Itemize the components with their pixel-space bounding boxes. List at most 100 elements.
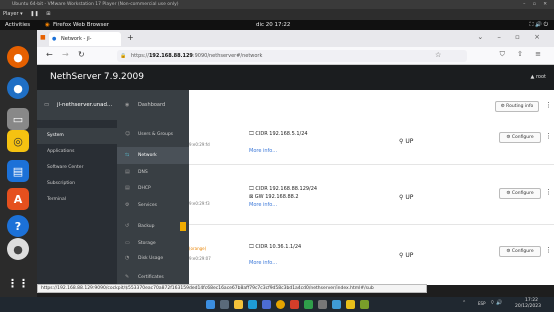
- menu-label: DNS: [138, 170, 148, 175]
- disc-icon[interactable]: ●: [7, 238, 29, 260]
- tab-favicon-icon: ●: [52, 36, 57, 42]
- activities-button[interactable]: Activities: [5, 20, 30, 30]
- tab-network[interactable]: ● Network - jl-nethserver.t ×: [49, 32, 121, 56]
- app-icon[interactable]: [290, 300, 299, 309]
- search-icon[interactable]: [220, 300, 229, 309]
- forward-icon[interactable]: →: [62, 50, 69, 59]
- menu-label: Services: [138, 203, 157, 208]
- show-apps-icon[interactable]: ⋮⋮: [7, 272, 29, 294]
- monitor-icon: 🖵: [249, 244, 254, 250]
- kebab-menu-icon[interactable]: ⋮: [545, 188, 552, 196]
- thunderbird-icon[interactable]: ●: [7, 77, 29, 99]
- menu-dns[interactable]: ▤ DNS: [117, 164, 189, 181]
- menu-services[interactable]: ⚙ Services: [117, 197, 189, 214]
- start-icon[interactable]: [206, 300, 215, 309]
- backup-warning-icon: [180, 222, 186, 231]
- menu-backup[interactable]: ↺ Backup: [117, 218, 189, 235]
- menu-dhcp[interactable]: ▤ DHCP: [117, 180, 189, 197]
- nav-software-center[interactable]: Software Center: [37, 160, 117, 176]
- nav-system[interactable]: System: [37, 128, 117, 144]
- back-icon[interactable]: ←: [46, 50, 53, 59]
- help-icon[interactable]: ?: [7, 215, 29, 237]
- explorer-icon[interactable]: [234, 300, 243, 309]
- store-icon[interactable]: [262, 300, 271, 309]
- user-menu[interactable]: ▲ root: [531, 65, 546, 90]
- language-indicator[interactable]: ESP: [478, 301, 485, 306]
- window-controls[interactable]: – ▫ ✕: [523, 0, 550, 9]
- configure-button[interactable]: ⚙ Configure: [499, 132, 541, 143]
- network-plug-icon: ⚲: [399, 138, 404, 145]
- firefox-icon[interactable]: ●: [7, 46, 29, 68]
- rhythmbox-icon[interactable]: ◎: [7, 130, 29, 152]
- player-menu[interactable]: Player ▾: [3, 11, 23, 17]
- routing-info-button[interactable]: ⚙ Routing info: [495, 101, 539, 112]
- more-info-link[interactable]: More info...: [249, 148, 277, 154]
- clock[interactable]: dic 20 17:22: [256, 20, 290, 30]
- menu-disk-usage[interactable]: ◔ Disk Usage: [117, 250, 189, 267]
- kebab-menu-icon[interactable]: ⋮: [545, 132, 552, 140]
- toolbar-icons[interactable]: ⛉ ⇧ ≡: [500, 50, 546, 59]
- reload-icon[interactable]: ↻: [78, 50, 85, 59]
- app-menu[interactable]: Firefox Web Browser: [53, 20, 109, 30]
- interface-row: 9:e0:29:f3 🖵 CIDR 192.168.88.129/24 ⊠ GW…: [189, 180, 554, 225]
- routing-info-label: Routing info: [506, 104, 534, 109]
- app-icon[interactable]: [332, 300, 341, 309]
- nav-label: Applications: [47, 149, 75, 154]
- nav-applications[interactable]: Applications: [37, 144, 117, 160]
- app-icon[interactable]: [318, 300, 327, 309]
- app-icon[interactable]: [346, 300, 355, 309]
- app-icon[interactable]: [304, 300, 313, 309]
- firefox-view-icon[interactable]: ■: [40, 34, 46, 41]
- kebab-menu-icon[interactable]: ⋮: [545, 246, 552, 254]
- gateway-icon: ⊠: [249, 194, 254, 200]
- more-info-link[interactable]: More info...: [249, 202, 277, 208]
- configure-button[interactable]: ⚙ Configure: [499, 188, 541, 199]
- menu-network[interactable]: ⇆ Network: [117, 147, 189, 164]
- new-tab-icon[interactable]: +: [127, 33, 134, 42]
- kebab-menu-icon[interactable]: ⋮: [545, 101, 552, 109]
- window-buttons[interactable]: ⌄ – ▫ ×: [477, 33, 546, 41]
- cidr-text: 🖵 CIDR 192.168.5.1/24: [249, 131, 308, 137]
- users-icon: ☺: [125, 131, 131, 137]
- vmware-titlebar: Ubuntu 64-bit - VMware Workstation 17 Pl…: [0, 0, 554, 9]
- menu-label: Certificates: [138, 275, 164, 280]
- url-path: :9090/nethserver#/network: [192, 53, 263, 59]
- vmware-title: Ubuntu 64-bit - VMware Workstation 17 Pl…: [12, 2, 179, 7]
- menu-dashboard[interactable]: ◉ Dashboard: [117, 90, 189, 120]
- edge-icon[interactable]: [248, 300, 257, 309]
- state-value: UP: [405, 138, 414, 145]
- pause-icon[interactable]: ❚❚: [30, 11, 38, 17]
- mac-fragment: 9:e0:29:07: [189, 256, 211, 261]
- nav-terminal[interactable]: Terminal: [37, 192, 117, 208]
- url-host: 192.168.88.129: [148, 53, 193, 59]
- url-input[interactable]: 🔒 https://192.168.88.129:9090/nethserver…: [117, 50, 467, 62]
- bookmark-star-icon[interactable]: ☆: [435, 51, 441, 59]
- dashboard-icon: ◉: [125, 102, 130, 108]
- link-state: ⚲ UP: [399, 194, 413, 201]
- disk-usage-icon: ◔: [125, 255, 130, 261]
- more-info-link[interactable]: More info...: [249, 260, 277, 266]
- dhcp-icon: ▤: [125, 185, 130, 191]
- taskbar-time[interactable]: 17:22: [525, 298, 538, 303]
- taskbar-date[interactable]: 20/12/2023: [515, 304, 541, 309]
- menu-label: Users & Groups: [138, 132, 174, 137]
- wifi-volume-icons[interactable]: ⌔ 🔊: [490, 300, 503, 306]
- configure-button[interactable]: ⚙ Configure: [499, 246, 541, 257]
- software-icon[interactable]: A: [7, 188, 29, 210]
- files-icon[interactable]: ▭: [7, 108, 29, 130]
- host-selector[interactable]: ▭ jl-nethserver.unad...: [37, 90, 117, 120]
- product-title: NethServer 7.9.2009: [50, 72, 144, 82]
- chrome-icon[interactable]: [276, 300, 285, 309]
- nav-subscription[interactable]: Subscription: [37, 176, 117, 192]
- writer-icon[interactable]: ▤: [7, 160, 29, 182]
- vmware-icon[interactable]: [360, 300, 369, 309]
- gear-icon: ⚙: [506, 191, 511, 196]
- tray-icons[interactable]: ⌃: [462, 300, 466, 306]
- system-tray-icons[interactable]: ⛶ 🔊 ⏻: [529, 20, 548, 30]
- backup-icon: ↺: [125, 223, 130, 229]
- configure-label: Configure: [511, 191, 534, 196]
- menu-users-groups[interactable]: ☺ Users & Groups: [117, 126, 189, 143]
- network-plug-icon: ⚲: [399, 194, 404, 201]
- vm-settings-icon[interactable]: ⊞: [46, 11, 50, 17]
- gateway-text: ⊠ GW 192.168.88.2: [249, 194, 299, 200]
